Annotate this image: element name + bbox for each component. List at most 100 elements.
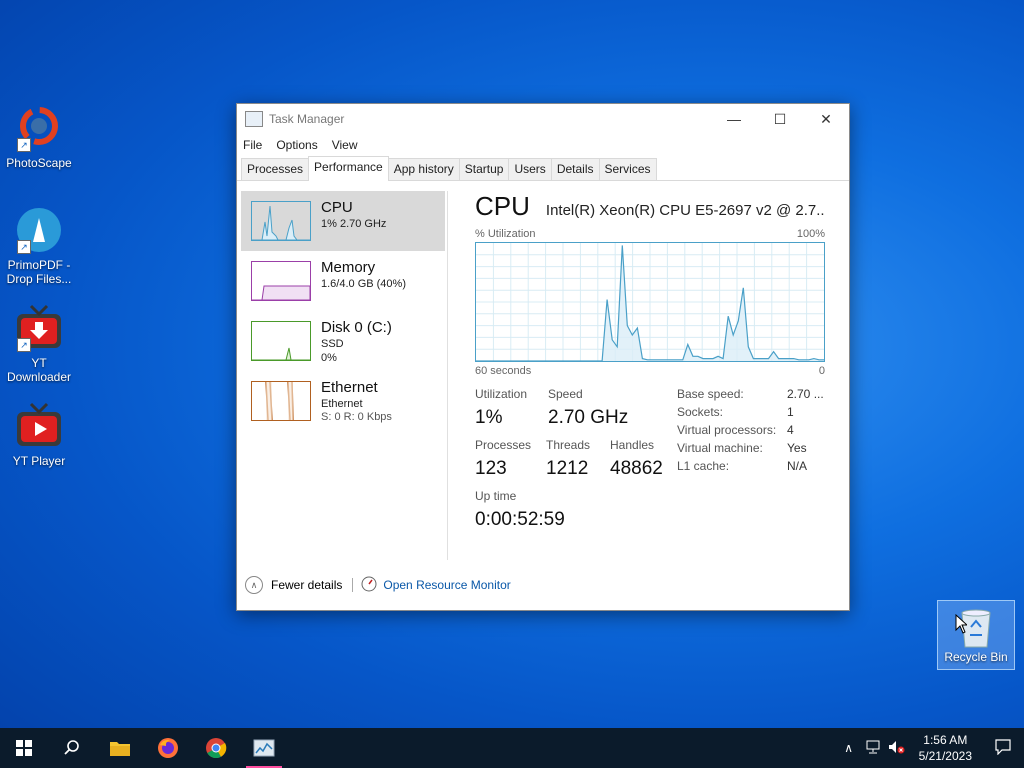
uptime-label: Up time — [475, 489, 517, 503]
resource-item-memory[interactable]: Memory 1.6/4.0 GB (40%) — [241, 251, 445, 311]
threads-label: Threads — [546, 438, 591, 452]
window-title: Task Manager — [269, 112, 345, 126]
graph-label-right: 100% — [796, 228, 825, 240]
chevron-up-icon[interactable]: ∧ — [837, 741, 861, 755]
mouse-cursor-icon — [955, 614, 967, 634]
menu-file[interactable]: File — [243, 138, 262, 152]
tab-app-history[interactable]: App history — [387, 158, 460, 180]
cpu-stats: Utilization 1% Speed 2.70 GHz Processes … — [475, 387, 825, 537]
desktop-icon-recycle-bin[interactable]: Recycle Bin — [937, 600, 1015, 670]
spec-key: Sockets: — [677, 405, 724, 419]
volume-muted-icon[interactable] — [885, 740, 909, 757]
window-footer: ∧ Fewer details Open Resource Monitor — [237, 560, 849, 610]
spec-key: Virtual processors: — [677, 423, 777, 437]
resource-name: Memory — [321, 259, 376, 276]
tab-details[interactable]: Details — [550, 158, 600, 180]
yt-player-icon — [15, 402, 63, 450]
start-button[interactable] — [0, 728, 48, 768]
panel-divider[interactable] — [447, 191, 448, 560]
resource-detail-2: 0% — [321, 352, 337, 364]
tab-services[interactable]: Services — [598, 158, 657, 180]
tab-bar: Processes Performance App history Startu… — [237, 156, 849, 181]
cpu-detail-panel: CPU Intel(R) Xeon(R) CPU E5-2697 v2 @ 2.… — [475, 191, 825, 537]
spec-key: Base speed: — [677, 387, 744, 401]
notification-icon[interactable] — [982, 738, 1024, 758]
resource-detail: Ethernet — [321, 398, 363, 410]
desktop-icon-primopdf[interactable]: ↗ PrimoPDF - Drop Files... — [1, 206, 77, 286]
footer-separator — [352, 578, 354, 592]
tab-processes[interactable]: Processes — [241, 158, 310, 180]
taskbar-file-explorer[interactable] — [96, 728, 144, 768]
utilization-label: Utilization — [475, 387, 528, 401]
uptime-value: 0:00:52:59 — [475, 509, 565, 530]
tab-startup[interactable]: Startup — [458, 158, 510, 180]
tab-users[interactable]: Users — [508, 158, 552, 180]
processes-label: Processes — [475, 438, 532, 452]
close-button[interactable]: ✕ — [803, 104, 849, 134]
search-button[interactable] — [48, 728, 96, 768]
ethernet-thumbnail-graph — [251, 381, 311, 421]
spec-key: L1 cache: — [677, 459, 730, 473]
primopdf-icon: ↗ — [15, 206, 63, 254]
cpu-model: Intel(R) Xeon(R) CPU E5-2697 v2 @ 2.7... — [545, 202, 825, 219]
minimize-button[interactable]: — — [711, 104, 757, 134]
chrome-icon — [206, 738, 227, 759]
resource-item-cpu[interactable]: CPU 1% 2.70 GHz — [241, 191, 445, 251]
speed-label: Speed — [548, 387, 583, 401]
taskbar: ∧ 1:56 AM 5/21/2023 — [0, 728, 1024, 768]
handles-value: 48862 — [610, 458, 663, 479]
desktop-icon-yt-downloader[interactable]: ↗ YT Downloader — [1, 304, 77, 384]
menu-options[interactable]: Options — [276, 138, 317, 152]
taskbar-task-manager[interactable] — [240, 728, 288, 768]
yt-downloader-icon: ↗ — [15, 304, 63, 352]
title-bar[interactable]: Task Manager — ☐ ✕ — [237, 104, 849, 134]
system-tray: ∧ 1:56 AM 5/21/2023 — [837, 728, 1024, 768]
resource-name: Disk 0 (C:) — [321, 319, 392, 336]
folder-icon — [110, 742, 130, 756]
firefox-icon — [158, 738, 178, 758]
resource-detail: 1.6/4.0 GB (40%) — [321, 278, 406, 290]
spec-key: Virtual machine: — [677, 441, 763, 455]
desktop-icon-label: YT Player — [12, 454, 66, 468]
fewer-details-link[interactable]: Fewer details — [271, 578, 342, 592]
tab-performance[interactable]: Performance — [308, 156, 389, 181]
resource-detail: 1% 2.70 GHz — [321, 218, 387, 230]
resource-monitor-icon — [361, 576, 377, 595]
open-resource-monitor-link[interactable]: Open Resource Monitor — [383, 578, 510, 592]
clock-date: 5/21/2023 — [918, 749, 972, 763]
spec-value: 1 — [787, 405, 794, 419]
handles-label: Handles — [610, 438, 655, 452]
spec-value: 2.70 ... — [787, 387, 824, 401]
taskbar-clock[interactable]: 1:56 AM 5/21/2023 — [919, 732, 972, 764]
memory-thumbnail-graph — [251, 261, 311, 301]
speed-value: 2.70 GHz — [548, 407, 629, 428]
menu-view[interactable]: View — [332, 138, 358, 152]
resource-item-ethernet[interactable]: Ethernet Ethernet S: 0 R: 0 Kbps — [241, 371, 445, 431]
maximize-button[interactable]: ☐ — [757, 104, 803, 134]
chevron-up-icon[interactable]: ∧ — [245, 576, 263, 594]
cpu-utilization-graph — [475, 242, 825, 362]
performance-panel: CPU 1% 2.70 GHz Memory 1.6/4.0 GB (40%) — [237, 183, 849, 560]
clock-time: 1:56 AM — [923, 733, 968, 747]
disk-thumbnail-graph — [251, 321, 311, 361]
resource-name: Ethernet — [321, 379, 378, 396]
menu-bar: File Options View — [237, 134, 849, 156]
desktop-icon-label: YT Downloader — [6, 356, 72, 384]
network-icon[interactable] — [861, 740, 885, 757]
windows-logo-icon — [16, 740, 32, 756]
resource-detail-2: S: 0 R: 0 Kbps — [321, 411, 392, 423]
desktop-icon-yt-player[interactable]: YT Player — [1, 402, 77, 468]
graph-label-left: % Utilization — [475, 228, 536, 240]
graph-axis-right: 0 — [818, 365, 825, 377]
graph-axis-left: 60 seconds — [475, 365, 532, 377]
desktop-icon-label: PrimoPDF - Drop Files... — [6, 258, 72, 286]
processes-value: 123 — [475, 458, 507, 479]
desktop-icon-photoscape[interactable]: ↗ PhotoScape — [1, 104, 77, 170]
taskbar-chrome[interactable] — [192, 728, 240, 768]
spec-value: N/A — [787, 459, 808, 473]
search-icon — [64, 740, 79, 755]
resource-item-disk[interactable]: Disk 0 (C:) SSD 0% — [241, 311, 445, 371]
spec-value: Yes — [787, 441, 807, 455]
taskbar-firefox[interactable] — [144, 728, 192, 768]
cpu-heading: CPU — [475, 191, 530, 221]
